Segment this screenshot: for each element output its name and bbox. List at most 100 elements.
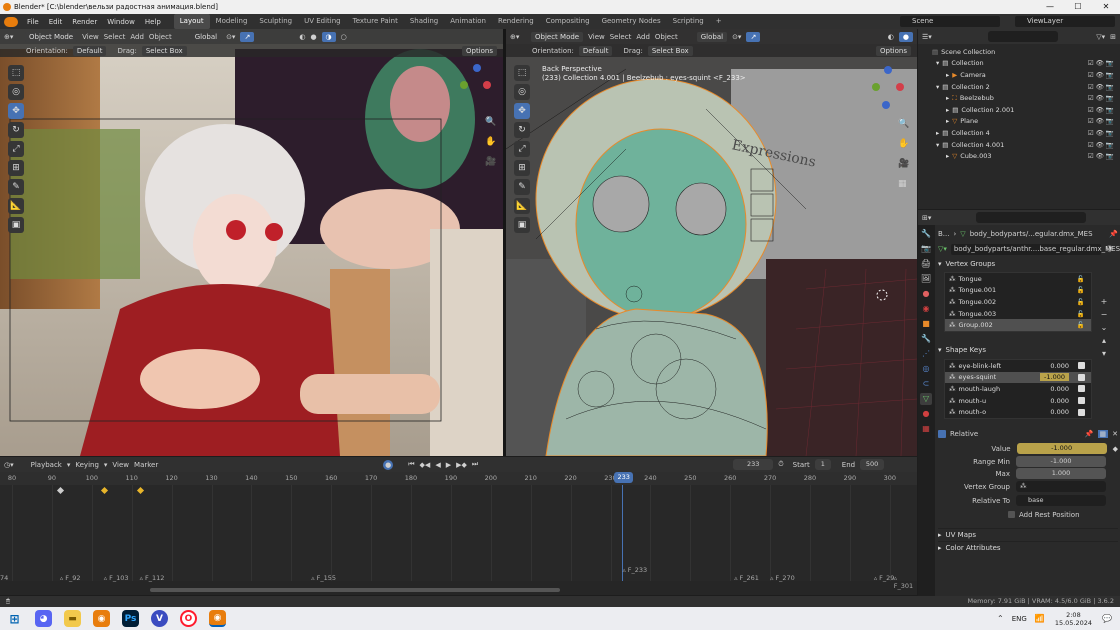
list-item[interactable]: ⁂ Tongue.002 🔓 [945, 296, 1091, 308]
keyframe-diamond[interactable] [100, 486, 108, 495]
relative-to-field[interactable]: base [1016, 495, 1106, 507]
list-item[interactable]: ⁂ Tongue.003 🔓 [945, 308, 1091, 320]
measure-tool-icon[interactable]: 📐 [8, 198, 24, 214]
select-box-tool-icon[interactable]: ⬚ [514, 65, 530, 81]
menu-keying[interactable]: Keying [75, 461, 99, 469]
frame-ruler[interactable]: 80 90 100 110 120 130 140 150 160 170 180 190 200 210… [0, 472, 917, 485]
timeline-marker[interactable]: ▵ F_261 [734, 574, 759, 582]
outliner-row[interactable]: ▸ ▽ Cube.003 ☑ 👁 📷 [918, 150, 1120, 162]
tab-texture-paint[interactable]: Texture Paint [347, 14, 404, 29]
view-layer-tab-icon[interactable]: 🖼 [920, 273, 932, 285]
neg-z-axis-icon[interactable] [882, 101, 890, 109]
transform-tool-icon[interactable]: ⊞ [8, 160, 24, 176]
x-axis-icon[interactable] [896, 83, 904, 91]
grid-view-icon[interactable]: ▦ [898, 179, 907, 189]
timeline-marker[interactable]: ▵ F_301 [894, 574, 917, 590]
clock-icon[interactable]: ⏱ [778, 460, 783, 469]
blender-menu-icon[interactable] [4, 16, 18, 27]
add-cube-tool-icon[interactable]: ▣ [514, 217, 530, 233]
tool-tab-icon[interactable]: 🔧 [920, 228, 932, 240]
shading-rendered-icon[interactable]: ○ [341, 33, 347, 41]
outliner-row[interactable]: ▸ ⛶ Beelzebub ☑ 👁 📷 [918, 92, 1120, 104]
list-item[interactable]: ⁂ Tongue 🔓 [945, 273, 1091, 285]
editor-type-icon[interactable]: ⊕▾ [510, 33, 526, 41]
zoom-icon[interactable]: 🔍 [485, 117, 496, 127]
shape-keys-panel-header[interactable]: ▾ Shape Keys [938, 344, 1118, 357]
keyframe-diamond[interactable] [56, 486, 64, 495]
rotate-tool-icon[interactable]: ↻ [8, 122, 24, 138]
jump-end-icon[interactable]: ⏭ [472, 460, 478, 469]
z-axis-icon[interactable] [884, 66, 892, 74]
fake-user-icon[interactable]: 🛡 [1105, 245, 1114, 253]
menu-object[interactable]: Object [655, 33, 678, 41]
outliner-row[interactable]: ▾ ▤ Collection 2 ☑ 👁 📷 [918, 81, 1120, 93]
y-axis-icon[interactable] [460, 81, 468, 89]
timeline-marker[interactable]: ▵ F_233 [622, 566, 647, 574]
overlay-icon[interactable]: ◐ [888, 33, 894, 41]
tab-layout[interactable]: Layout [173, 14, 210, 29]
move-down-icon[interactable]: ▾ [1098, 347, 1110, 360]
menu-window[interactable]: Window [102, 18, 140, 26]
tab-geometry-nodes[interactable]: Geometry Nodes [596, 14, 667, 29]
menu-render[interactable]: Render [67, 18, 102, 26]
notification-icon[interactable]: 💬 [1102, 614, 1112, 623]
new-collection-icon[interactable]: ⊞ [1110, 33, 1116, 41]
pin-icon[interactable]: 📌 [1109, 230, 1118, 238]
relative-checkbox[interactable] [938, 430, 946, 439]
render-tab-icon[interactable]: 📷 [920, 243, 932, 255]
play-icon[interactable]: ▶ [446, 461, 451, 469]
menu-select[interactable]: Select [104, 33, 126, 41]
photoshop-icon[interactable]: Ps [122, 610, 139, 627]
auto-key-icon[interactable]: ● [383, 459, 394, 470]
outliner-row[interactable]: ▸ ▽ Plane ☑ 👁 📷 [918, 116, 1120, 128]
annotate-tool-icon[interactable]: ✎ [514, 179, 530, 195]
range-min-field[interactable]: -1.000 [1016, 456, 1106, 468]
move-tool-icon[interactable]: ✥ [8, 103, 24, 119]
menu-select[interactable]: Select [610, 33, 632, 41]
tab-sculpting[interactable]: Sculpting [253, 14, 298, 29]
add-workspace-icon[interactable]: + [710, 14, 728, 29]
cursor-tool-icon[interactable]: ◎ [8, 84, 24, 100]
transform-tool-icon[interactable]: ⊞ [514, 160, 530, 176]
keyframe-area[interactable] [0, 485, 917, 581]
tab-uv-editing[interactable]: UV Editing [298, 14, 347, 29]
editor-type-icon[interactable]: ⊕▾ [4, 33, 20, 41]
shading-solid-icon[interactable]: ● [310, 33, 316, 41]
uv-maps-panel-header[interactable]: ▸ UV Maps [938, 527, 1118, 541]
discord-icon[interactable]: ◕ [35, 610, 52, 627]
particles-tab-icon[interactable]: ⋰ [920, 348, 932, 360]
rotate-tool-icon[interactable]: ↻ [514, 122, 530, 138]
orientation-dropdown[interactable]: Default [578, 45, 613, 56]
add-rest-checkbox[interactable] [1008, 511, 1015, 519]
scale-tool-icon[interactable]: ⤢ [8, 141, 24, 157]
drag-dropdown[interactable]: Select Box [141, 45, 187, 56]
options-button[interactable]: Options [875, 45, 911, 56]
list-item[interactable]: ⁂ Group.002 🔓 [945, 319, 1091, 331]
menu-add[interactable]: Add [130, 33, 144, 41]
viewport-left[interactable]: ⊕▾ Object Mode View Select Add Object Gl… [0, 29, 503, 456]
options-button[interactable]: Options [461, 45, 497, 56]
outliner-row[interactable]: ▤ Scene Collection [918, 46, 1120, 58]
timeline-marker[interactable]: ▵ F_112 [140, 574, 165, 582]
material-tab-icon[interactable]: ● [920, 408, 932, 420]
vertex-groups-panel-header[interactable]: ▾ Vertex Groups [938, 257, 1118, 270]
scene-tab-icon[interactable]: ● [920, 288, 932, 300]
keyframe-diamond[interactable] [136, 486, 144, 495]
shading-solid-icon[interactable]: ● [898, 31, 913, 42]
object-tab-icon[interactable]: ■ [920, 318, 932, 330]
drag-dropdown[interactable]: Select Box [647, 45, 693, 56]
menu-add[interactable]: Add [636, 33, 650, 41]
max-field[interactable]: 1.000 [1016, 468, 1106, 480]
tab-modeling[interactable]: Modeling [210, 14, 254, 29]
clock[interactable]: 2:08 15.05.2024 [1055, 611, 1092, 627]
outliner-row[interactable]: ▸ ▶ Camera ☑ 👁 📷 [918, 69, 1120, 81]
list-item[interactable]: ⁂ mouth-o 0.000 [945, 406, 1091, 418]
move-tool-icon[interactable]: ✥ [514, 103, 530, 119]
physics-tab-icon[interactable]: ◎ [920, 363, 932, 375]
keyframe-icon[interactable]: ◆ [1113, 445, 1118, 453]
viewport-right[interactable]: Expressions ⊕▾ Object Mode View Select A… [506, 29, 917, 456]
menu-view[interactable]: View [112, 461, 129, 469]
cursor-tool-icon[interactable]: ◎ [514, 84, 530, 100]
scale-tool-icon[interactable]: ⤢ [514, 141, 530, 157]
zoom-icon[interactable]: 🔍 [898, 119, 909, 129]
